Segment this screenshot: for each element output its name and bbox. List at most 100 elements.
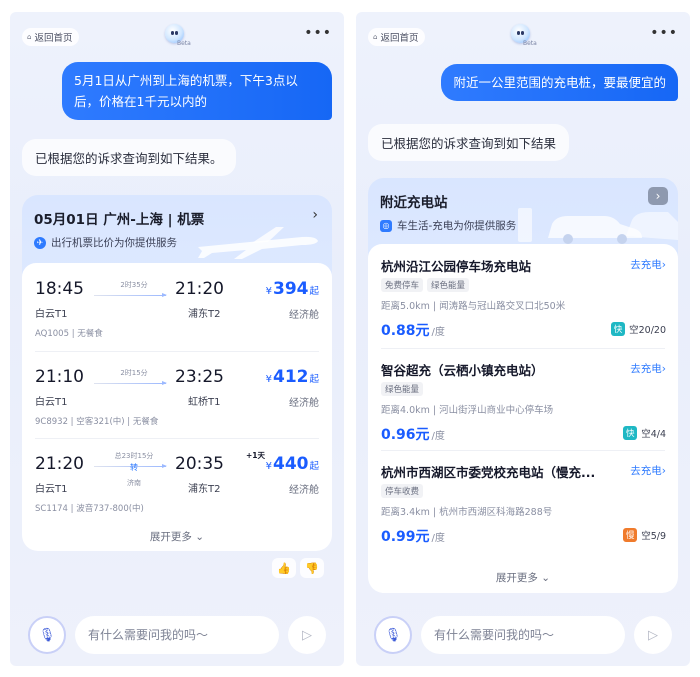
price-value: 0.88元 — [381, 323, 430, 339]
provider-line: ✈ 出行机票比价为你提供服务 — [34, 235, 177, 250]
currency-symbol: ¥ — [265, 286, 272, 297]
send-icon[interactable]: ▷ — [634, 616, 672, 654]
flight-info: 9C8932 | 空客321(中) | 无餐食 — [35, 417, 159, 427]
chevron-right-icon[interactable]: › — [312, 207, 318, 223]
station-item[interactable]: 智谷超充（云栖小镇充电站） 去充电› 绿色能量 距离4.0km | 河山街浮山商… — [368, 348, 678, 448]
microphone-icon[interactable]: 🎙 — [28, 616, 66, 654]
microphone-icon[interactable]: 🎙 — [374, 616, 412, 654]
top-bar: ⌂ 返回首页 Beta ••• — [10, 12, 344, 58]
charging-chat-screen: ⌂ 返回首页 Beta ••• 附近一公里范围的充电桩，要最便宜的 已根据您的诉… — [356, 12, 690, 666]
more-options-icon[interactable]: ••• — [304, 26, 332, 40]
departure-time: 18:45 — [35, 279, 84, 299]
back-home-button[interactable]: ⌂ 返回首页 — [368, 28, 426, 46]
expand-more-button[interactable]: 展开更多 ⌄ — [368, 570, 678, 585]
user-message: 附近一公里范围的充电桩，要最便宜的 — [441, 64, 678, 101]
price-unit: /度 — [431, 327, 445, 338]
expand-more-label: 展开更多 — [495, 572, 538, 584]
go-charge-link[interactable]: 去充电› — [630, 257, 666, 272]
availability: 慢 空5/9 — [623, 528, 666, 542]
chevron-down-icon: ⌄ — [195, 531, 205, 543]
home-icon: ⌂ — [373, 33, 378, 41]
go-charge-link[interactable]: 去充电› — [630, 361, 666, 376]
flight-row[interactable]: 21:20 总23时15分 转 济南 20:35 +1天 白云T1 浦东T2 ¥… — [22, 438, 332, 524]
chat-input[interactable]: 有什么需要问我的吗～ — [421, 616, 625, 654]
input-bar: 🎙 有什么需要问我的吗～ ▷ — [10, 608, 344, 666]
price-value: 440 — [272, 454, 309, 474]
charging-results-card: 附近充电站 › ◎ 车生活-充电为你提供服务 杭州沿江公园停车场充电站 去充电›… — [368, 178, 678, 593]
flight-route-line — [94, 381, 167, 385]
price-suffix: 起 — [309, 461, 319, 472]
more-options-icon[interactable]: ••• — [650, 26, 678, 40]
currency-symbol: ¥ — [265, 374, 272, 385]
expand-more-label: 展开更多 — [149, 531, 192, 543]
tag-badge: 停车收费 — [381, 484, 424, 498]
flight-results-card: 05月01日 广州-上海 | 机票 › ✈ 出行机票比价为你提供服务 18:45… — [22, 195, 332, 551]
arrival-airport: 浦东T2 — [188, 484, 221, 495]
station-distance-line: 距离3.4km | 杭州市西湖区科海路288号 — [381, 504, 552, 518]
thumbs-up-icon[interactable]: 👍 — [272, 558, 296, 578]
send-icon[interactable]: ▷ — [288, 616, 326, 654]
expand-more-button[interactable]: 展开更多 ⌄ — [22, 529, 332, 544]
station-item[interactable]: 杭州沿江公园停车场充电站 去充电› 免费停车 绿色能量 距离5.0km | 闻涛… — [368, 244, 678, 344]
airplane-illustration-icon — [198, 227, 318, 259]
go-charge-label: 去充电 — [630, 363, 662, 375]
price-unit: /度 — [431, 533, 445, 544]
departure-airport: 白云T1 — [35, 484, 68, 495]
station-address: 闻涛路与冠山路交叉口北50米 — [439, 301, 566, 312]
card-title: 05月01日 广州-上海 | 机票 — [34, 212, 205, 228]
transfer-city: 济南 — [127, 479, 141, 487]
thumbs-down-icon[interactable]: 👎 — [300, 558, 324, 578]
plane-provider-icon: ✈ — [34, 236, 46, 249]
station-item[interactable]: 杭州市西湖区市委党校充电站（慢充... 去充电› 停车收费 距离3.4km | … — [368, 450, 678, 550]
chevron-down-icon: ⌄ — [541, 572, 551, 584]
flight-price: ¥ 440 起 — [266, 454, 319, 474]
go-charge-link[interactable]: 去充电› — [630, 463, 666, 478]
price-value: 0.99元 — [381, 529, 430, 545]
availability-count: 空4/4 — [641, 429, 666, 440]
station-name: 杭州沿江公园停车场充电站 — [381, 259, 532, 274]
input-bar: 🎙 有什么需要问我的吗～ ▷ — [356, 608, 690, 666]
fast-charge-badge: 快 — [623, 426, 638, 440]
assistant-logo: Beta — [511, 24, 537, 48]
card-header[interactable]: 附近充电站 › ◎ 车生活-充电为你提供服务 — [368, 178, 678, 246]
price-unit: /度 — [431, 431, 445, 442]
chevron-right-icon[interactable]: › — [648, 187, 668, 205]
station-address: 河山街浮山商业中心停车场 — [439, 405, 554, 416]
beta-badge: Beta — [177, 40, 191, 47]
avatar-eye-right — [175, 31, 178, 35]
availability: 快 空4/4 — [623, 426, 666, 440]
tag-badge: 绿色能量 — [381, 382, 424, 396]
bot-message: 已根据您的诉求查询到如下结果 — [368, 124, 570, 161]
currency-symbol: ¥ — [265, 461, 272, 472]
chevron-right-icon: › — [661, 465, 666, 477]
back-home-button[interactable]: ⌂ 返回首页 — [22, 28, 80, 46]
fast-charge-badge: 快 — [611, 322, 626, 336]
go-charge-label: 去充电 — [630, 465, 662, 477]
card-header[interactable]: 05月01日 广州-上海 | 机票 › ✈ 出行机票比价为你提供服务 — [22, 195, 332, 263]
flight-duration: 2时15分 — [120, 369, 148, 377]
provider-text: 出行机票比价为你提供服务 — [51, 237, 177, 249]
assistant-logo: Beta — [165, 24, 191, 48]
back-home-label: 返回首页 — [34, 33, 73, 44]
station-list: 杭州沿江公园停车场充电站 去充电› 免费停车 绿色能量 距离5.0km | 闻涛… — [368, 244, 678, 593]
avatar-eye-left — [517, 31, 520, 35]
station-tags: 停车收费 — [381, 484, 424, 498]
cabin-class: 经济舱 — [289, 398, 319, 409]
station-distance-line: 距离4.0km | 河山街浮山商业中心停车场 — [381, 402, 553, 416]
next-day-badge: +1天 — [246, 451, 266, 460]
flight-row[interactable]: 21:10 2时15分 23:25 白云T1 虹桥T1 ¥ 412 起 经济舱 … — [22, 351, 332, 437]
flight-row[interactable]: 18:45 2时35分 21:20 白云T1 浦东T2 ¥ 394 起 经济舱 … — [22, 263, 332, 349]
station-tags: 免费停车 绿色能量 — [381, 278, 470, 292]
home-icon: ⌂ — [27, 33, 32, 41]
departure-time: 21:20 — [35, 454, 84, 474]
transfer-label: 转 — [130, 463, 138, 472]
arrival-time: 20:35 — [175, 454, 224, 474]
flight-chat-screen: ⌂ 返回首页 Beta ••• 5月1日从广州到上海的机票，下午3点以 后，价格… — [10, 12, 344, 666]
beta-badge: Beta — [523, 40, 537, 47]
go-charge-label: 去充电 — [630, 259, 662, 271]
chat-input[interactable]: 有什么需要问我的吗～ — [75, 616, 279, 654]
car-life-provider-icon: ◎ — [380, 219, 392, 232]
arrival-time: 23:25 — [175, 367, 224, 387]
station-address: 杭州市西湖区科海路288号 — [439, 507, 553, 518]
top-bar: ⌂ 返回首页 Beta ••• — [356, 12, 690, 58]
